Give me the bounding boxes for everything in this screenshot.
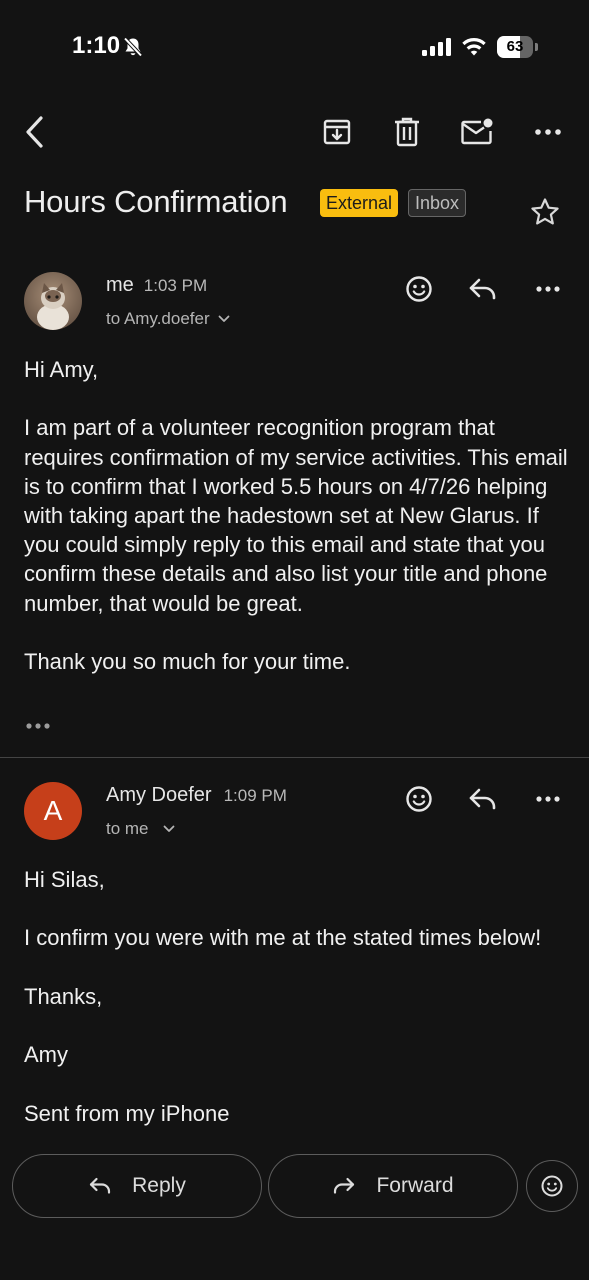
- forward-pill-button[interactable]: Forward: [268, 1154, 518, 1218]
- battery-percent: 63: [506, 38, 524, 55]
- back-arrow-icon: [26, 116, 43, 148]
- label-external: External: [320, 189, 399, 217]
- message-time: 1:09 PM: [223, 786, 287, 805]
- mark-unread-button[interactable]: [458, 112, 498, 152]
- star-button[interactable]: [525, 192, 565, 232]
- recipient-details[interactable]: to Amy.doefer: [106, 309, 230, 329]
- more-horizontal-icon: [536, 286, 560, 292]
- more-horizontal-icon: [536, 796, 560, 802]
- emoji-icon: [406, 786, 432, 812]
- more-horizontal-icon: [26, 723, 50, 729]
- avatar[interactable]: A: [24, 782, 82, 840]
- status-time: 1:10: [72, 32, 121, 59]
- recipient-text: to Amy.doefer: [106, 309, 210, 328]
- reply-button[interactable]: [463, 779, 503, 819]
- recipient-text: to me: [106, 819, 149, 838]
- message-divider: [0, 757, 589, 758]
- message-more-button[interactable]: [528, 779, 568, 819]
- reply-icon: [90, 1177, 111, 1194]
- emoji-icon: [406, 276, 432, 302]
- add-reaction-button[interactable]: [399, 269, 439, 309]
- message-body: Hi Amy, I am part of a volunteer recogni…: [24, 357, 568, 675]
- label-inbox[interactable]: Inbox: [408, 189, 467, 217]
- chevron-down-icon: [218, 315, 230, 322]
- archive-button[interactable]: [317, 112, 357, 152]
- reply-icon: [469, 278, 496, 300]
- cat-photo-icon: [24, 272, 82, 330]
- wifi-icon: [460, 35, 488, 57]
- sender-name: me: [106, 274, 134, 296]
- reply-label: Reply: [132, 1174, 186, 1197]
- back-button[interactable]: [14, 112, 54, 152]
- cellular-signal-icon: [422, 38, 452, 56]
- more-options-button[interactable]: [528, 112, 568, 152]
- more-horizontal-icon: [535, 129, 561, 135]
- star-icon: [531, 198, 559, 225]
- forward-label: Forward: [376, 1174, 454, 1197]
- battery-indicator: 63: [497, 36, 539, 58]
- show-trimmed-content-button[interactable]: [26, 722, 50, 730]
- reply-pill-button[interactable]: Reply: [12, 1154, 262, 1218]
- mark-unread-icon: [461, 118, 493, 145]
- forward-icon: [334, 1177, 355, 1194]
- emoji-icon: [541, 1175, 563, 1197]
- email-subject: Hours Confirmation: [24, 184, 288, 219]
- sender-name: Amy Doefer: [106, 784, 212, 806]
- reply-button[interactable]: [463, 269, 503, 309]
- archive-icon: [323, 119, 351, 145]
- avatar[interactable]: [24, 272, 82, 330]
- message-time: 1:03 PM: [143, 276, 208, 295]
- chevron-down-icon: [163, 825, 174, 832]
- message-body: Hi Silas, I confirm you were with me at …: [24, 867, 542, 1126]
- delete-button[interactable]: [387, 112, 427, 152]
- silent-bell-icon: [122, 36, 144, 58]
- reply-icon: [469, 788, 496, 810]
- react-emoji-button[interactable]: [526, 1160, 578, 1212]
- trash-icon: [395, 117, 419, 147]
- recipient-details[interactable]: to me: [106, 819, 175, 839]
- add-reaction-button[interactable]: [399, 779, 439, 819]
- message-more-button[interactable]: [528, 269, 568, 309]
